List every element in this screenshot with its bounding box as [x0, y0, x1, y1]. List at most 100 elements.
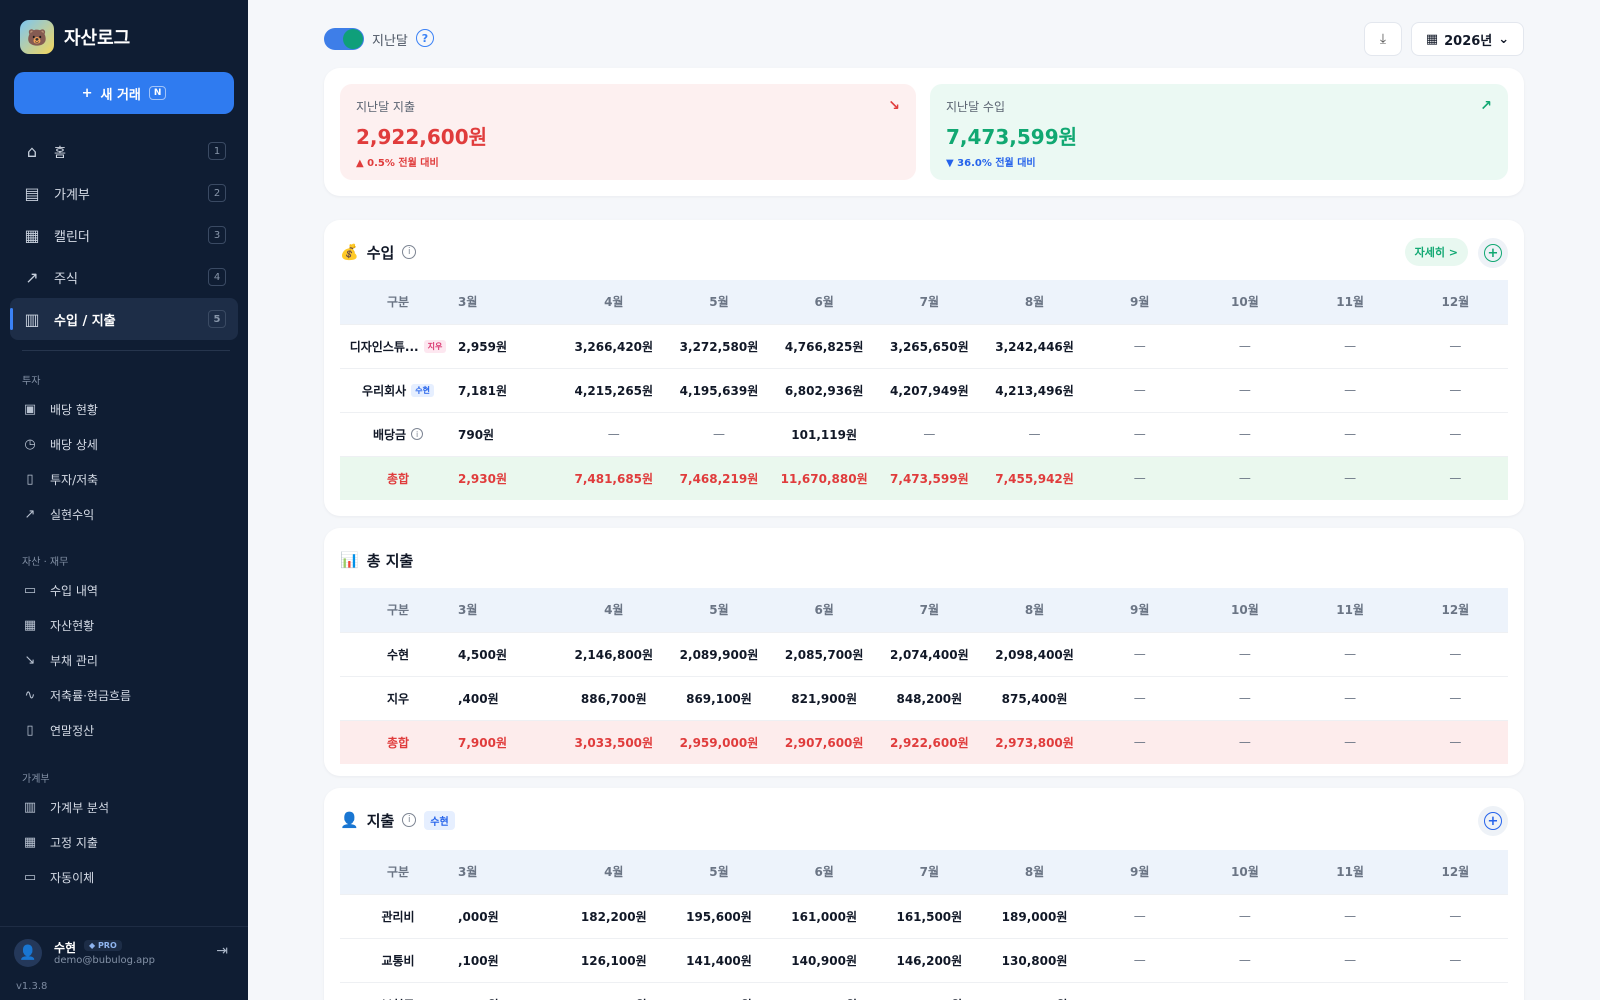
nav-item-stocks[interactable]: ↗ 주식 4 — [10, 256, 238, 298]
income-table-body: 디자인스튜... 지우 2,959원 3,266,420원 3,272,580원 4,76… — [340, 324, 1508, 500]
add-expense-button[interactable]: + — [1478, 806, 1508, 836]
table-cell: 2,146,800원 — [574, 647, 654, 662]
last-month-toggle[interactable] — [324, 28, 364, 50]
table-cell: 3,242,446원 — [995, 339, 1074, 354]
table-cell: — — [1238, 691, 1251, 705]
table-header: 구분 3월 4월 5월 6월 7월 8월 9월 10월 11월 12월 — [340, 588, 1508, 632]
table-cell: — — [1344, 383, 1357, 397]
download-button[interactable]: ⤓ — [1364, 22, 1402, 56]
home-icon: ⌂ — [26, 141, 38, 161]
add-income-button[interactable]: + — [1478, 238, 1508, 268]
year-selector[interactable]: ▦ 2026년 ⌄ — [1411, 22, 1524, 56]
category-cell: 수현 — [387, 646, 409, 663]
sidebar-item-income-history[interactable]: ▭ 수입 내역 — [10, 573, 238, 608]
table-header: 구분 3월 4월 5월 6월 7월 8월 9월 10월 11월 12월 — [340, 850, 1508, 894]
logout-icon[interactable]: ⇥ — [216, 943, 228, 959]
table-cell: 2,085,700원 — [784, 647, 864, 662]
table-cell: 214,000원 — [982, 982, 1087, 1000]
category-cell: 디자인스튜... 지우 — [350, 338, 447, 355]
money-bag-icon: 💰 — [340, 243, 359, 261]
table-cell: — — [1344, 909, 1357, 923]
sidebar-item-asset-status[interactable]: ▦ 자산현황 — [10, 608, 238, 643]
ledger-icon: ▤ — [24, 183, 40, 203]
card-icon: ▭ — [23, 583, 37, 598]
column-header-month: 9월 — [1130, 295, 1150, 310]
row-category: 관리비 — [340, 894, 456, 938]
sidebar-item-invest-saving[interactable]: ▯ 투자/저축 — [10, 462, 238, 497]
table-cell: 2,930원 — [458, 471, 507, 486]
info-icon[interactable]: i — [402, 813, 417, 827]
table-cell: 141,400원 — [686, 953, 752, 968]
table-cell: 3,265,650원 — [890, 339, 969, 354]
sidebar-item-realized-gain[interactable]: ↗ 실현수익 — [10, 497, 238, 532]
table-row[interactable]: 수현 4,500원 2,146,800원 2,089,900원 2,085,700원 2,… — [340, 632, 1508, 676]
info-icon[interactable]: i — [402, 245, 417, 259]
sub-label: 고정 지출 — [50, 836, 98, 850]
brand[interactable]: 🐻 자산로그 — [20, 20, 130, 54]
table-cell: 161,500원 — [896, 909, 963, 924]
sidebar-item-tax-settlement[interactable]: ▯ 연말정산 — [10, 713, 238, 748]
table-cell: — — [1133, 471, 1146, 486]
category-label: 총합 — [386, 735, 410, 750]
sidebar-item-dividend-status[interactable]: ▣ 배당 현황 — [10, 392, 238, 427]
column-header-category: 구분 — [386, 865, 410, 880]
nav-shortcut: 1 — [208, 142, 226, 160]
app-logo-icon: 🐻 — [20, 20, 54, 54]
column-header-month: 10월 — [1231, 603, 1259, 618]
sidebar-item-ledger-analysis[interactable]: ▥ 가계부 분석 — [10, 790, 238, 825]
group-title: 투자 — [22, 376, 41, 387]
total-row[interactable]: 총합 7,900원 3,033,500원 2,959,000원 2,907,600원 2,… — [340, 720, 1508, 764]
sidebar-item-dividend-detail[interactable]: ◷ 배당 상세 — [10, 427, 238, 462]
owner-badge: 수현 — [424, 810, 455, 830]
category-cell: 관리비 — [381, 908, 414, 925]
table-cell: 2,959원 — [458, 339, 507, 354]
table-row[interactable]: 교통비 ,100원 126,100원 141,400원 140,900원 146,200원… — [340, 938, 1508, 982]
nav-item-calendar[interactable]: ▦ 캘린더 3 — [10, 214, 238, 256]
help-icon[interactable]: ? — [416, 29, 434, 47]
table-cell: 7,181원 — [458, 383, 507, 398]
total-expense-section: 📊 총 지출 구분 3월 4월 5월 6월 7월 8월 9월 10월 11월 12월 수현 4,500… — [324, 528, 1524, 776]
table-row[interactable]: 관리비 ,000원 182,200원 195,600원 161,000원 161,500원… — [340, 894, 1508, 938]
avatar[interactable]: 👤 — [14, 939, 42, 967]
nav-label: 주식 — [54, 271, 78, 287]
nav-item-home[interactable]: ⌂ 홈 1 — [10, 130, 238, 172]
sub-label: 자동이체 — [50, 871, 95, 885]
new-transaction-button[interactable]: + 새 거래 N — [14, 72, 234, 114]
table-row[interactable]: 디자인스튜... 지우 2,959원 3,266,420원 3,272,580원 4,76… — [340, 324, 1508, 368]
column-header-month: 7월 — [919, 865, 940, 880]
nav-item-income-expense[interactable]: ▥ 수입 / 지출 5 — [10, 298, 238, 340]
main-nav: ⌂ 홈 1 ▤ 가계부 2 ▦ 캘린더 3 ↗ 주식 4 ▥ 수입 / 지출 5 — [10, 130, 238, 340]
column-header-month: 7월 — [919, 603, 940, 618]
table-cell: 2,907,600원 — [784, 735, 864, 750]
section-header: 👤 지출 i 수현 — [340, 806, 455, 834]
table-row[interactable]: 보험료,000원214,000원214,000원214,000원214,000원… — [340, 982, 1508, 1000]
person-icon: 👤 — [340, 811, 359, 829]
sidebar-item-savings-cashflow[interactable]: ∿ 저축률·현금흐름 — [10, 678, 238, 713]
calendar-icon: ▦ — [24, 225, 40, 245]
detail-button[interactable]: 자세히 > — [1404, 238, 1468, 266]
sidebar-item-fixed-expense[interactable]: ▦ 고정 지출 — [10, 825, 238, 860]
table-cell: 182,200원 — [580, 909, 647, 924]
table-row[interactable]: 배당금 i 790원 — — 101,119원 — — — — — — — [340, 412, 1508, 456]
nav-item-ledger[interactable]: ▤ 가계부 2 — [10, 172, 238, 214]
income-label: 지난달 수입 — [946, 100, 1006, 114]
table-cell: — — [1238, 339, 1251, 353]
table-cell: 214,000원 — [772, 982, 877, 1000]
table-cell: — — [1238, 909, 1251, 923]
total-row[interactable]: 총합 2,930원 7,481,685원 7,468,219원 11,670,880원 7… — [340, 456, 1508, 500]
table-cell: 130,800원 — [1001, 953, 1068, 968]
plus-icon: + — [81, 85, 93, 101]
sidebar-item-debt[interactable]: ↘ 부채 관리 — [10, 643, 238, 678]
table-row[interactable]: 지우 ,400원 886,700원 869,100원 821,900원 848,200원 8… — [340, 676, 1508, 720]
table-cell: — — [923, 427, 936, 441]
table-cell: — — [1133, 647, 1146, 661]
table-cell: 7,481,685원 — [574, 471, 654, 486]
table-row[interactable]: 우리회사 수현 7,181원 4,215,265원 4,195,639원 6,802,93… — [340, 368, 1508, 412]
table-cell: 126,100원 — [580, 953, 647, 968]
sidebar-item-auto-transfer[interactable]: ▭ 자동이체 — [10, 860, 238, 895]
category-cell: 총합 — [387, 734, 409, 751]
owner-badge: 수현 — [411, 383, 434, 397]
top-bar: 지난달 ? ⤓ ▦ 2026년 ⌄ — [324, 22, 1524, 56]
table-cell: — — [1238, 427, 1251, 441]
table-cell: 7,455,942원 — [995, 471, 1074, 486]
